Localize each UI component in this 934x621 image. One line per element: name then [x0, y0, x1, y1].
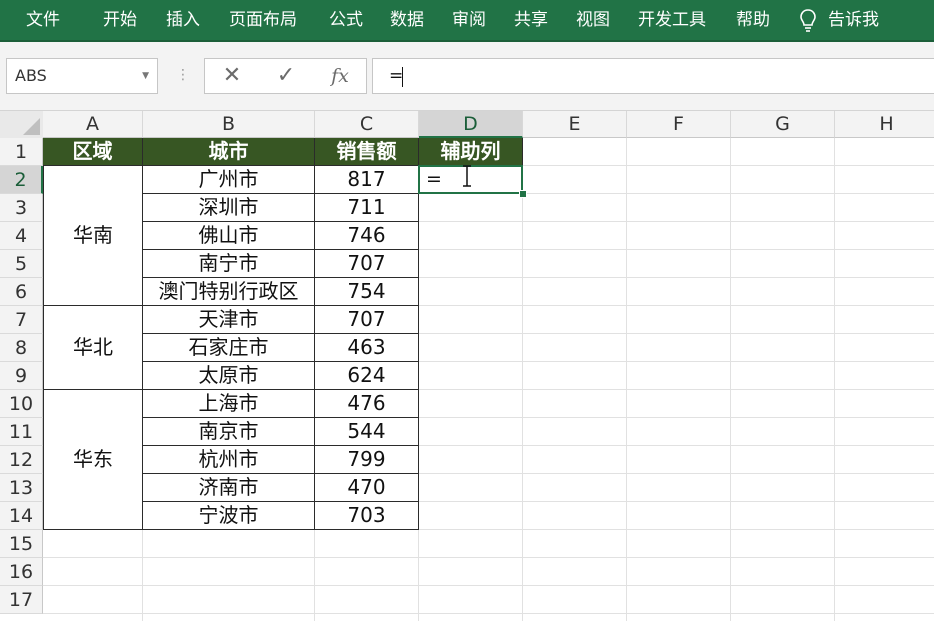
row-header-1[interactable]: 1 — [0, 138, 43, 166]
grip-icon[interactable]: ⋮ — [176, 58, 186, 94]
name-box[interactable]: ABS ▼ — [6, 58, 158, 94]
region-cell[interactable]: 华东 — [43, 390, 143, 530]
city-cell[interactable]: 深圳市 — [143, 194, 315, 222]
formula-input[interactable]: = — [372, 58, 934, 94]
row-header-7[interactable]: 7 — [0, 306, 43, 334]
enter-icon[interactable]: ✓ — [269, 59, 303, 93]
column-header-e[interactable]: E — [523, 111, 627, 138]
lightbulb-icon — [798, 8, 818, 32]
gridline — [626, 138, 627, 621]
row-header-8[interactable]: 8 — [0, 334, 43, 362]
city-cell[interactable]: 澳门特别行政区 — [143, 278, 315, 306]
row-header-6[interactable]: 6 — [0, 278, 43, 306]
row-header-16[interactable]: 16 — [0, 558, 43, 586]
row-header-5[interactable]: 5 — [0, 250, 43, 278]
cancel-icon[interactable]: ✕ — [215, 59, 249, 93]
tab-data[interactable]: 数据 — [390, 0, 424, 40]
column-header-g[interactable]: G — [731, 111, 835, 138]
column-header-d[interactable]: D — [419, 111, 523, 138]
column-header-b[interactable]: B — [143, 111, 315, 138]
tab-formulas[interactable]: 公式 — [329, 0, 363, 40]
sales-cell[interactable]: 799 — [315, 446, 419, 474]
city-cell[interactable]: 石家庄市 — [143, 334, 315, 362]
column-header-a[interactable]: A — [43, 111, 143, 138]
region-cell[interactable]: 华南 — [43, 166, 143, 306]
column-header-h[interactable]: H — [835, 111, 934, 138]
city-cell[interactable]: 济南市 — [143, 474, 315, 502]
name-box-value: ABS — [15, 59, 47, 93]
sales-cell[interactable]: 707 — [315, 250, 419, 278]
ribbon-tab-bar: 文件 开始 插入 页面布局 公式 数据 审阅 共享 视图 开发工具 帮助 告诉我 — [0, 0, 934, 42]
tab-view[interactable]: 视图 — [576, 0, 610, 40]
tab-help[interactable]: 帮助 — [736, 0, 770, 40]
row-header-14[interactable]: 14 — [0, 502, 43, 530]
sales-cell[interactable]: 476 — [315, 390, 419, 418]
chevron-down-icon[interactable]: ▼ — [142, 59, 149, 93]
tell-me-search[interactable]: 告诉我 — [798, 0, 879, 40]
city-cell[interactable]: 佛山市 — [143, 222, 315, 250]
sales-cell[interactable]: 703 — [315, 502, 419, 530]
header-cell-sales[interactable]: 销售额 — [315, 138, 419, 166]
row-header-3[interactable]: 3 — [0, 194, 43, 222]
tab-home[interactable]: 开始 — [103, 0, 137, 40]
gridline — [43, 613, 934, 614]
text-cursor-icon — [460, 165, 474, 187]
row-header-2[interactable]: 2 — [0, 166, 43, 194]
column-header-c[interactable]: C — [315, 111, 419, 138]
gridline — [730, 138, 731, 621]
sales-cell[interactable]: 817 — [315, 166, 419, 194]
row-header-10[interactable]: 10 — [0, 390, 43, 418]
row-header-12[interactable]: 12 — [0, 446, 43, 474]
gridline — [834, 138, 835, 621]
tab-page-layout[interactable]: 页面布局 — [229, 0, 297, 40]
formula-buttons: ✕ ✓ fx — [204, 58, 367, 94]
city-cell[interactable]: 南宁市 — [143, 250, 315, 278]
tab-file[interactable]: 文件 — [26, 0, 60, 40]
city-cell[interactable]: 太原市 — [143, 362, 315, 390]
sales-cell[interactable]: 746 — [315, 222, 419, 250]
tell-me-label: 告诉我 — [828, 10, 879, 30]
tab-share[interactable]: 共享 — [514, 0, 548, 40]
gridline — [43, 557, 934, 558]
city-cell[interactable]: 南京市 — [143, 418, 315, 446]
sales-cell[interactable]: 624 — [315, 362, 419, 390]
row-header-17[interactable]: 17 — [0, 586, 43, 614]
insert-function-button[interactable]: fx — [323, 59, 357, 93]
city-cell[interactable]: 广州市 — [143, 166, 315, 194]
spreadsheet-grid[interactable]: A B C D E F G H 1 2 3 4 5 6 7 8 9 10 11 … — [0, 111, 934, 621]
row-header-4[interactable]: 4 — [0, 222, 43, 250]
sales-cell[interactable]: 707 — [315, 306, 419, 334]
row-header-15[interactable]: 15 — [0, 530, 43, 558]
sales-cell[interactable]: 754 — [315, 278, 419, 306]
region-cell[interactable]: 华北 — [43, 306, 143, 390]
select-all-triangle-icon — [23, 118, 40, 135]
fill-handle[interactable] — [519, 190, 527, 198]
active-cell-content: = — [426, 167, 442, 192]
city-cell[interactable]: 杭州市 — [143, 446, 315, 474]
city-cell[interactable]: 宁波市 — [143, 502, 315, 530]
tab-review[interactable]: 审阅 — [452, 0, 486, 40]
header-cell-helper[interactable]: 辅助列 — [419, 138, 523, 166]
tab-developer[interactable]: 开发工具 — [638, 0, 706, 40]
gridline — [522, 138, 523, 621]
sales-cell[interactable]: 470 — [315, 474, 419, 502]
sales-cell[interactable]: 711 — [315, 194, 419, 222]
text-caret — [402, 67, 403, 87]
tab-insert[interactable]: 插入 — [166, 0, 200, 40]
city-cell[interactable]: 天津市 — [143, 306, 315, 334]
header-cell-region[interactable]: 区域 — [43, 138, 143, 166]
city-cell[interactable]: 上海市 — [143, 390, 315, 418]
row-header-11[interactable]: 11 — [0, 418, 43, 446]
sales-cell[interactable]: 463 — [315, 334, 419, 362]
header-cell-city[interactable]: 城市 — [143, 138, 315, 166]
column-header-f[interactable]: F — [627, 111, 731, 138]
select-all-button[interactable] — [0, 111, 44, 139]
row-header-13[interactable]: 13 — [0, 474, 43, 502]
gridline — [43, 585, 934, 586]
row-header-9[interactable]: 9 — [0, 362, 43, 390]
sales-cell[interactable]: 544 — [315, 418, 419, 446]
